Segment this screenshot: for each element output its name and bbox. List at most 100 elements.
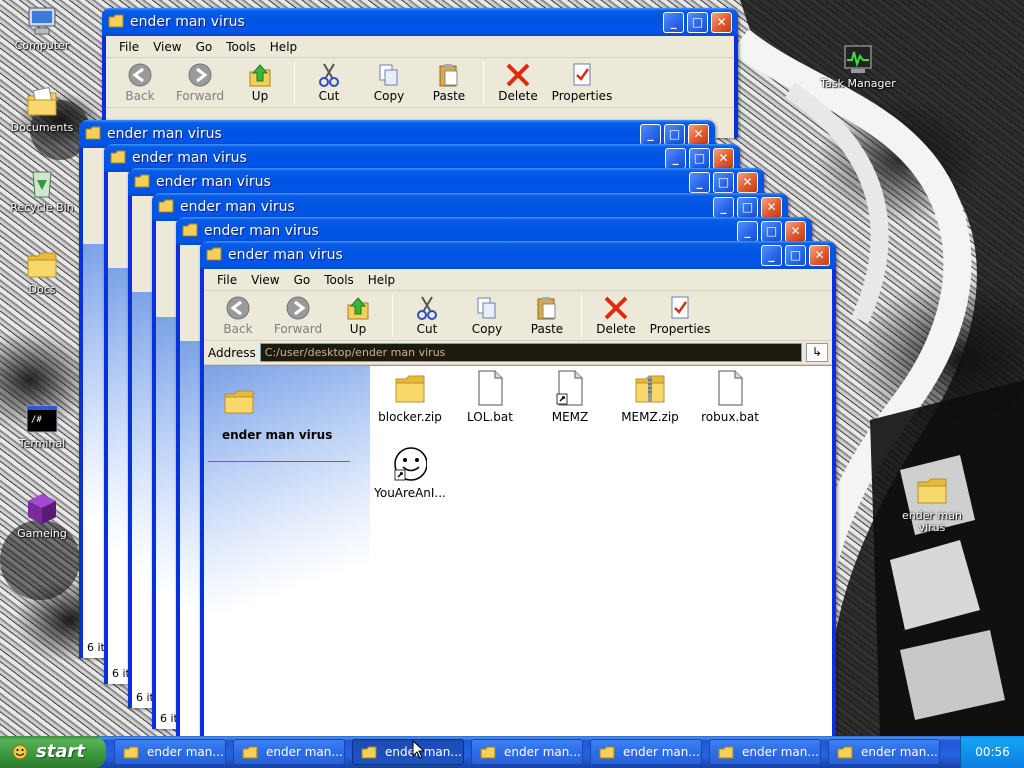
close-button[interactable]: ✕ [809, 245, 830, 266]
file-item-memz[interactable]: MEMZ [530, 370, 610, 424]
folder-icon [224, 390, 254, 414]
go-arrow-icon[interactable]: ↳ [806, 343, 828, 362]
properties-icon [568, 62, 596, 88]
forward-button[interactable]: Forward [268, 291, 328, 336]
desktop-icon-ender-man-virus[interactable]: ender man virus [892, 474, 972, 534]
window-title: ender man virus [228, 247, 343, 263]
up-button[interactable]: Up [328, 291, 388, 336]
address-label: Address [208, 345, 256, 360]
paste-button[interactable]: Paste [419, 58, 479, 103]
taskbar-button-1[interactable]: ender man... [114, 739, 226, 765]
properties-icon [666, 295, 694, 321]
delete-x-icon [504, 62, 532, 88]
folder-icon [25, 248, 59, 282]
taskbar-button-3[interactable]: ender man... [352, 739, 464, 765]
forward-button[interactable]: Forward [170, 58, 230, 103]
minimize-button[interactable]: _ [737, 221, 758, 242]
menu-tools[interactable]: Tools [219, 40, 263, 54]
file-item-lol-bat[interactable]: LOL.bat [450, 370, 530, 424]
taskbar: start ender man... ender man... ender ma… [0, 736, 1024, 768]
explorer-window-front[interactable]: ender man virus _ □ ✕ File View Go Tools H… [200, 241, 836, 736]
desktop-icon-recycle-bin[interactable]: Recycle Bin [2, 166, 82, 214]
delete-button[interactable]: Delete [488, 58, 548, 103]
minimize-button[interactable]: _ [713, 197, 734, 218]
up-folder-icon [246, 62, 274, 88]
properties-button[interactable]: Properties [646, 291, 714, 336]
maximize-button[interactable]: □ [687, 12, 708, 33]
window-titlebar[interactable]: ender man virus _ □ ✕ [128, 168, 764, 196]
folder-icon [182, 223, 198, 237]
clock[interactable]: 00:56 [975, 745, 1010, 759]
copy-button[interactable]: Copy [359, 58, 419, 103]
file-item-robux-bat[interactable]: robux.bat [690, 370, 770, 424]
menu-go[interactable]: Go [287, 273, 318, 287]
folder-icon [599, 746, 615, 759]
taskbar-button-6[interactable]: ender man... [709, 739, 821, 765]
close-button[interactable]: ✕ [761, 197, 782, 218]
menu-view[interactable]: View [244, 273, 286, 287]
file-item-youareanidiot[interactable]: YouAreAnI... [370, 446, 450, 500]
close-button[interactable]: ✕ [688, 124, 709, 145]
window-title: ender man virus [180, 199, 295, 215]
taskbar-button-4[interactable]: ender man... [471, 739, 583, 765]
start-button[interactable]: start [0, 736, 106, 768]
file-item-blocker-zip[interactable]: blocker.zip [370, 370, 450, 424]
maximize-button[interactable]: □ [713, 172, 734, 193]
shortcut-file-icon [553, 370, 587, 406]
desktop-icon-docs[interactable]: Docs [2, 248, 82, 296]
back-button[interactable]: Back [110, 58, 170, 103]
menu-go[interactable]: Go [189, 40, 220, 54]
file-item-memz-zip[interactable]: MEMZ.zip [610, 370, 690, 424]
desktop-icon-task-manager[interactable]: Task Manager [818, 42, 898, 90]
toolbar-separator [581, 295, 582, 337]
scissors-icon [413, 295, 441, 321]
menu-help[interactable]: Help [263, 40, 304, 54]
paste-button[interactable]: Paste [517, 291, 577, 336]
desktop-icon-gameing[interactable]: Gameing [2, 492, 82, 540]
cube-icon [25, 492, 59, 526]
taskbar-button-7[interactable]: ender man... [828, 739, 940, 765]
minimize-button[interactable]: _ [689, 172, 710, 193]
zip-folder-icon [633, 370, 667, 406]
menu-help[interactable]: Help [361, 273, 402, 287]
menu-file[interactable]: File [210, 273, 244, 287]
maximize-button[interactable]: □ [664, 124, 685, 145]
maximize-button[interactable]: □ [761, 221, 782, 242]
back-button[interactable]: Back [208, 291, 268, 336]
minimize-button[interactable]: _ [663, 12, 684, 33]
menu-view[interactable]: View [146, 40, 188, 54]
taskbar-button-2[interactable]: ender man... [233, 739, 345, 765]
properties-button[interactable]: Properties [548, 58, 616, 103]
computer-icon [25, 4, 59, 38]
delete-x-icon [602, 295, 630, 321]
menu-tools[interactable]: Tools [317, 273, 361, 287]
address-input[interactable]: C:/user/desktop/ender man virus [259, 343, 802, 362]
close-button[interactable]: ✕ [737, 172, 758, 193]
window-titlebar[interactable]: ender man virus _ □ ✕ [200, 241, 836, 269]
minimize-button[interactable]: _ [761, 245, 782, 266]
close-button[interactable]: ✕ [785, 221, 806, 242]
forward-arrow-icon [284, 295, 312, 321]
cut-button[interactable]: Cut [299, 58, 359, 103]
explorer-window-top[interactable]: ender man virus _ □ ✕ File View Go Tools H… [102, 8, 738, 138]
toolbar-separator [483, 62, 484, 104]
back-arrow-icon [126, 62, 154, 88]
cut-button[interactable]: Cut [397, 291, 457, 336]
copy-button[interactable]: Copy [457, 291, 517, 336]
maximize-button[interactable]: □ [737, 197, 758, 218]
delete-button[interactable]: Delete [586, 291, 646, 336]
desktop-icon-terminal[interactable]: /# Terminal [2, 402, 82, 450]
desktop-icon-computer[interactable]: Computer [2, 4, 82, 52]
desktop-icon-documents[interactable]: Documents [2, 86, 82, 134]
maximize-button[interactable]: □ [785, 245, 806, 266]
menu-file[interactable]: File [112, 40, 146, 54]
maximize-button[interactable]: □ [689, 148, 710, 169]
close-button[interactable]: ✕ [713, 148, 734, 169]
close-button[interactable]: ✕ [711, 12, 732, 33]
minimize-button[interactable]: _ [665, 148, 686, 169]
taskbar-button-5[interactable]: ender man... [590, 739, 702, 765]
up-button[interactable]: Up [230, 58, 290, 103]
minimize-button[interactable]: _ [640, 124, 661, 145]
window-titlebar[interactable]: ender man virus _ □ ✕ [102, 8, 738, 36]
menu-bar: File View Go Tools Help [204, 269, 832, 291]
